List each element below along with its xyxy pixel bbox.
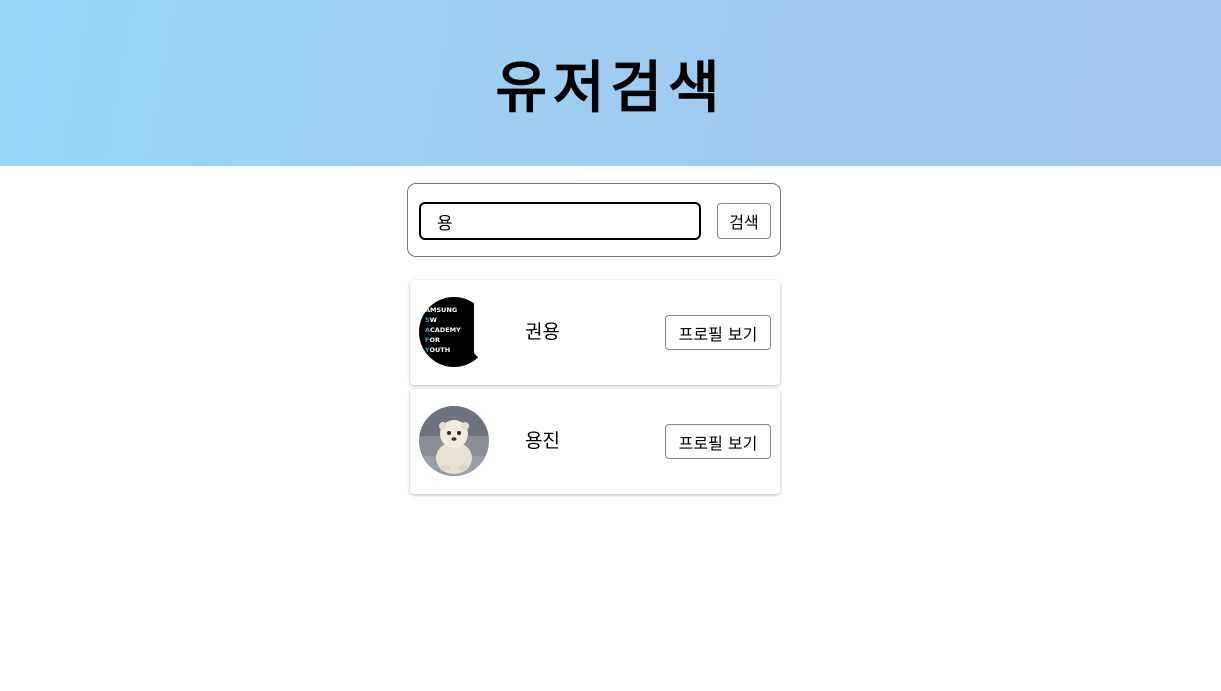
search-button[interactable]: 검색 [717,203,771,239]
avatar: AMSUNG SW ACADEMY FOR YOUTH [419,297,489,367]
view-profile-button[interactable]: 프로필 보기 [665,424,771,459]
svg-text:AMSUNG: AMSUNG [425,306,457,314]
user-card: AMSUNG SW ACADEMY FOR YOUTH 권용 프로필 보기 [410,280,780,385]
svg-text:YOUTH: YOUTH [424,346,450,354]
search-input[interactable] [419,202,701,240]
svg-text:SW: SW [425,316,437,324]
page-header: 유저검색 [0,0,1221,166]
svg-text:FOR: FOR [425,336,440,344]
svg-text:ACADEMY: ACADEMY [425,326,461,334]
view-profile-button[interactable]: 프로필 보기 [665,315,771,350]
user-name: 용진 [525,430,560,452]
seal-pup-photo [419,406,489,476]
result-list: AMSUNG SW ACADEMY FOR YOUTH 권용 프로필 보기 용진… [410,280,780,498]
search-box: 검색 [407,183,781,257]
avatar [419,406,489,476]
user-name: 권용 [525,321,560,343]
user-card: 용진 프로필 보기 [410,389,780,494]
page-title: 유저검색 [495,55,726,121]
samsung-sw-academy-logo: AMSUNG SW ACADEMY FOR YOUTH [419,297,489,367]
